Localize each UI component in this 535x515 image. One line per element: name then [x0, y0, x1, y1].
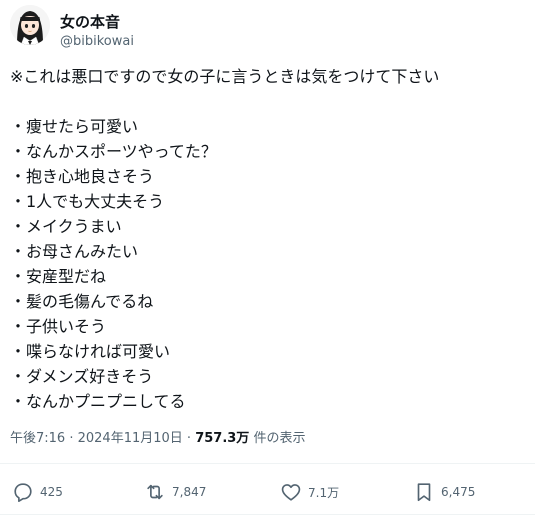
- like-button[interactable]: 7.1万: [280, 478, 339, 506]
- reply-button[interactable]: 425: [12, 478, 63, 506]
- list-item: ・喋らなければ可愛い: [10, 342, 171, 361]
- reply-count: 425: [40, 485, 63, 499]
- meta-separator: ·: [186, 431, 196, 446]
- list-item: ・痩せたら可愛い: [10, 117, 139, 136]
- tweet-time[interactable]: 午後7:16: [10, 431, 65, 446]
- author-name[interactable]: 女の本音: [60, 13, 120, 31]
- action-bar: 425 7,847 7.1万 6,475: [0, 478, 535, 506]
- list-item: ・子供いそう: [10, 317, 107, 336]
- retweet-count: 7,847: [172, 485, 207, 499]
- list-item: ・なんかスポーツやってた？: [10, 142, 217, 161]
- list-item: ・髪の毛傷んでるね: [10, 292, 154, 311]
- tweet-intro: ※これは悪口ですので女の子に言うときは気をつけて下さい: [10, 67, 440, 86]
- tweet-meta: 午後7:16 · 2024年11月10日 · 757.3万 件の表示: [10, 430, 305, 448]
- heart-icon: [281, 484, 301, 501]
- list-item: ・なんかプニプニしてる: [10, 392, 186, 411]
- bookmark-button[interactable]: 6,475: [413, 478, 475, 506]
- list-item: ・ダメンズ好きそう: [10, 367, 154, 386]
- like-count: 7.1万: [308, 485, 340, 500]
- tweet-text: ※これは悪口ですので女の子に言うときは気をつけて下さい ・痩せたら可愛い ・なん…: [10, 64, 525, 414]
- retweet-button[interactable]: 7,847: [144, 478, 206, 506]
- retweet-icon: [147, 484, 163, 500]
- tweet-header: 女の本音 @bibikowai: [10, 5, 525, 49]
- avatar-illustration-icon: [10, 5, 50, 45]
- meta-separator: ·: [69, 431, 78, 446]
- view-count: 757.3万: [195, 431, 250, 446]
- view-count-label: 件の表示: [253, 431, 306, 446]
- list-item: ・抱き心地良さそう: [10, 167, 155, 186]
- reply-icon: [14, 483, 32, 502]
- bookmark-icon: [417, 483, 431, 502]
- avatar[interactable]: [10, 5, 50, 45]
- divider: [0, 463, 535, 464]
- list-item: ・安産型だね: [10, 267, 107, 286]
- author-handle[interactable]: @bibikowai: [60, 34, 134, 50]
- list-item: ・1人でも大丈夫そう: [10, 192, 165, 211]
- bookmark-count: 6,475: [441, 485, 476, 499]
- tweet-date[interactable]: 2024年11月10日: [78, 431, 183, 446]
- list-item: ・お母さんみたい: [10, 242, 139, 261]
- list-item: ・メイクうまい: [10, 217, 122, 236]
